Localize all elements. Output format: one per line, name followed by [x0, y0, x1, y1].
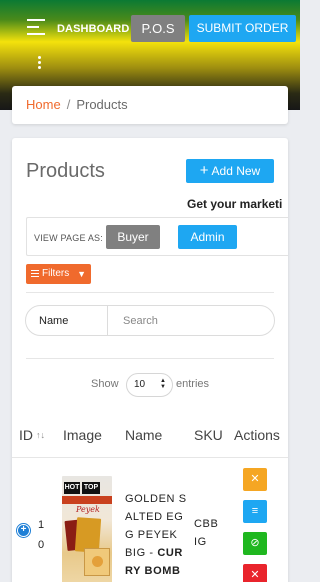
menu-icon [31, 268, 39, 279]
add-new-label: Add New [211, 164, 261, 178]
kebab-icon[interactable] [38, 56, 43, 71]
list-icon: ≡ [251, 505, 259, 517]
toggle-icon: ⊘ [250, 537, 260, 549]
filters-button[interactable]: Filters ▼ [26, 264, 91, 284]
divider [26, 292, 274, 293]
show-label: Show [91, 378, 119, 390]
entries-value: 10 [134, 379, 146, 390]
column-header-sku[interactable]: SKU [194, 427, 223, 443]
thumb-hot-label: HOT [64, 482, 80, 494]
buyer-button[interactable]: Buyer [106, 225, 160, 249]
product-thumbnail[interactable]: HOT TOP Peyek [62, 476, 112, 582]
breadcrumb-current: Products [76, 97, 128, 112]
row-id: 10 [38, 519, 45, 551]
thumb-emblem [92, 556, 103, 567]
pos-button[interactable]: P.O.S [131, 15, 185, 42]
view-as-label: VIEW PAGE AS: [34, 233, 103, 243]
product-name: GOLDEN SALTED EGG PEYEK BIG - CURRY BOMB… [125, 493, 187, 577]
edit-icon: ✕ [250, 473, 260, 485]
dashboard-link[interactable]: DASHBOARD [57, 23, 129, 35]
marquee-text: Get your marketi [187, 197, 283, 211]
toggle-button[interactable]: ⊘ [243, 532, 267, 555]
plus-icon: + [199, 162, 209, 179]
column-header-actions: Actions [234, 427, 280, 443]
expand-row-icon[interactable]: + [17, 524, 30, 537]
entries-select[interactable]: 10 ▲ ▼ [126, 373, 173, 397]
breadcrumb-home[interactable]: Home [26, 97, 61, 112]
thumb-top-label: TOP [82, 482, 100, 494]
edit-button[interactable]: ✕ [243, 468, 267, 491]
thumb-script-label: Peyek [76, 505, 100, 514]
products-card: Products + Add New Get your marketi VIEW … [12, 138, 288, 582]
product-sku: CBBIG [194, 518, 219, 548]
chevron-down-icon: ▼ [77, 269, 86, 279]
filters-label: Filters [42, 268, 70, 279]
search-input[interactable] [109, 306, 274, 335]
column-header-name[interactable]: Name [125, 427, 162, 443]
delete-button[interactable]: ✕ [243, 564, 267, 582]
sort-icon: ↑↓ [36, 430, 45, 440]
admin-button[interactable]: Admin [178, 225, 237, 249]
submit-order-button[interactable]: SUBMIT ORDER [189, 15, 296, 42]
breadcrumb: Home / Products [12, 86, 288, 124]
entries-label: entries [176, 378, 210, 390]
search-column-label: Name [26, 306, 108, 335]
divider [26, 358, 274, 359]
table-header: ID ↑↓ Image Name SKU Actions [12, 425, 288, 457]
breadcrumb-separator: / [66, 97, 71, 112]
table-row: + 10 HOT TOP Peyek GOLDEN SALTED EGG PEY… [12, 458, 288, 582]
column-header-id[interactable]: ID ↑↓ [19, 427, 45, 443]
view-page-as-box: VIEW PAGE AS: Buyer Admin [26, 217, 288, 256]
name-search-field: Name [25, 305, 275, 336]
page-title: Products [26, 160, 105, 182]
column-header-image[interactable]: Image [63, 427, 102, 443]
add-new-button[interactable]: + Add New [186, 159, 274, 183]
details-button[interactable]: ≡ [243, 500, 267, 523]
hamburger-icon[interactable] [27, 19, 45, 35]
thumb-band [62, 496, 112, 504]
updown-icon: ▲ ▼ [160, 378, 166, 390]
delete-icon: ✕ [250, 569, 260, 581]
